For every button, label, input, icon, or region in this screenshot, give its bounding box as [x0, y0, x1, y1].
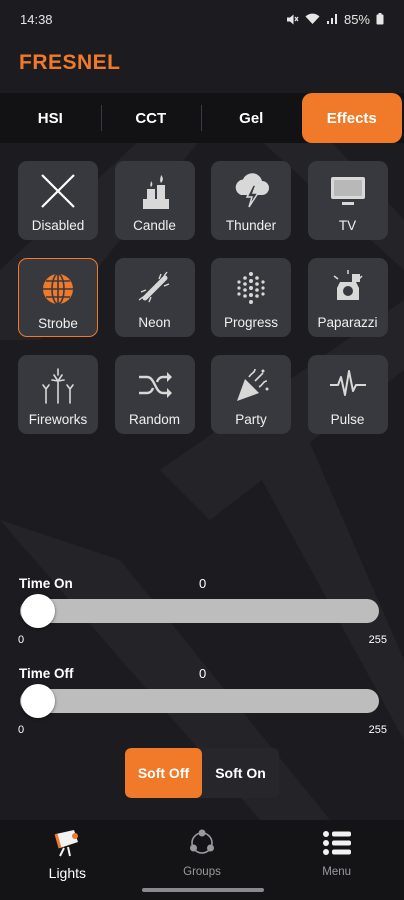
time-on-min: 0 — [18, 634, 25, 646]
time-off-track[interactable] — [20, 689, 379, 713]
time-on-thumb[interactable] — [21, 594, 55, 628]
fireworks-icon — [37, 364, 79, 406]
time-on-track[interactable] — [20, 599, 379, 623]
mode-tabs: HSI CCT Gel Effects — [0, 93, 404, 143]
effect-candle[interactable]: Candle — [114, 161, 195, 240]
battery-icon — [376, 13, 384, 25]
time-off-label: Time Off — [19, 666, 74, 681]
effects-grid: Disabled Candle Thunder TV Strobe Neon P… — [18, 161, 388, 434]
time-off-min: 0 — [18, 724, 25, 736]
effect-random[interactable]: Random — [114, 355, 195, 434]
tab-cct[interactable]: CCT — [100, 93, 202, 143]
app-title: FRESNEL — [19, 51, 121, 74]
status-bar: 14:38 85% — [0, 0, 404, 38]
mute-icon — [286, 14, 299, 24]
time-off-thumb[interactable] — [21, 684, 55, 718]
time-off-max: 255 — [368, 724, 387, 736]
wifi-icon — [305, 13, 320, 24]
strobe-icon — [37, 268, 79, 310]
signal-icon — [326, 14, 337, 24]
effect-neon[interactable]: Neon — [114, 258, 195, 337]
effect-party[interactable]: Party — [211, 355, 291, 434]
status-icons: 85% — [286, 12, 384, 27]
effect-disabled[interactable]: Disabled — [18, 161, 98, 240]
neon-icon — [134, 267, 176, 309]
nav-lights[interactable]: Lights — [0, 820, 135, 900]
tab-hsi[interactable]: HSI — [0, 93, 101, 143]
soft-toggle: Soft Off Soft On — [125, 748, 279, 798]
effect-paparazzi[interactable]: Paparazzi — [307, 258, 388, 337]
nav-menu[interactable]: Menu — [269, 820, 404, 900]
shuffle-icon — [134, 364, 176, 406]
home-indicator — [142, 888, 264, 892]
party-popper-icon — [230, 364, 272, 406]
spotlight-icon — [50, 828, 84, 858]
effect-strobe[interactable]: Strobe — [18, 258, 98, 337]
status-time: 14:38 — [20, 11, 53, 27]
tv-icon — [327, 170, 369, 212]
time-on-value: 0 — [199, 576, 207, 591]
effect-pulse[interactable]: Pulse — [307, 355, 388, 434]
time-on-label: Time On — [19, 576, 73, 591]
effect-progress[interactable]: Progress — [211, 258, 291, 337]
soft-off-button[interactable]: Soft Off — [125, 748, 202, 798]
effect-fireworks[interactable]: Fireworks — [18, 355, 98, 434]
candle-icon — [134, 170, 176, 212]
menu-list-icon — [320, 828, 354, 858]
paparazzi-icon — [327, 267, 369, 309]
effect-tv[interactable]: TV — [307, 161, 388, 240]
tab-effects[interactable]: Effects — [301, 93, 402, 143]
soft-on-button[interactable]: Soft On — [202, 748, 279, 798]
thunder-icon — [230, 170, 272, 212]
tab-gel[interactable]: Gel — [201, 93, 302, 143]
time-on-max: 255 — [368, 634, 387, 646]
time-off-value: 0 — [199, 666, 207, 681]
x-icon — [37, 170, 79, 212]
pulse-icon — [327, 364, 369, 406]
progress-icon — [230, 267, 272, 309]
groups-icon — [185, 828, 219, 858]
battery-percent: 85% — [343, 11, 370, 27]
effect-thunder[interactable]: Thunder — [211, 161, 291, 240]
